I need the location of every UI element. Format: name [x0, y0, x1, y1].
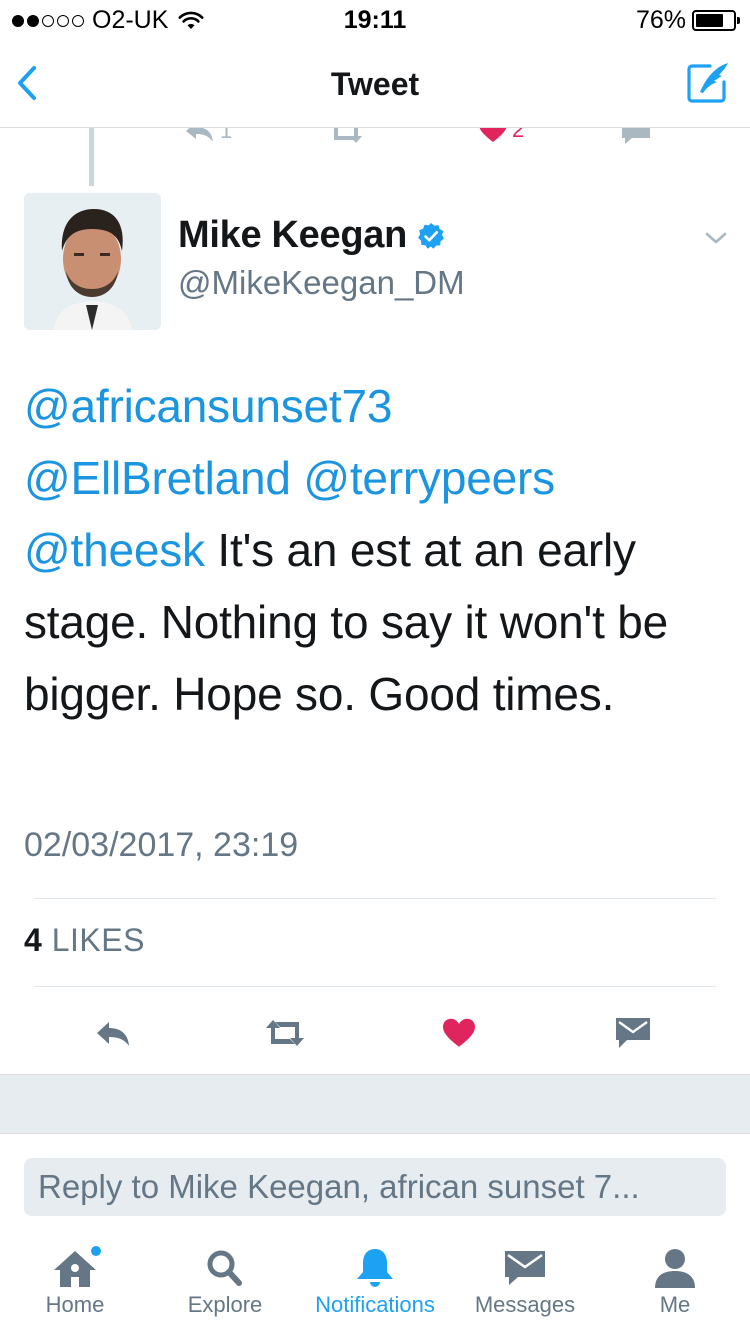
- battery-indicator: 76%: [635, 6, 740, 35]
- heart-icon: [479, 128, 507, 142]
- author-name-row: Mike Keegan: [178, 214, 445, 257]
- author-handle[interactable]: @MikeKeegan_DM: [178, 264, 465, 302]
- reply-icon: [97, 1022, 129, 1046]
- chevron-down-icon[interactable]: [704, 228, 728, 248]
- envelope-icon: [616, 1018, 650, 1048]
- tweet-timestamp: 02/03/2017, 23:19: [24, 826, 299, 864]
- verified-badge-icon: [418, 222, 444, 249]
- tab-label: Notifications: [315, 1292, 435, 1317]
- search-icon: [207, 1250, 242, 1286]
- navigation-bar: Tweet: [0, 40, 750, 128]
- tab-label: Explore: [187, 1292, 263, 1317]
- previous-reply-count: 1: [220, 128, 233, 143]
- bell-icon: [357, 1249, 393, 1287]
- tab-messages[interactable]: Messages: [450, 1246, 600, 1318]
- likes-count: 4: [24, 922, 43, 958]
- like-button[interactable]: [434, 1010, 484, 1056]
- tab-label: Home: [45, 1292, 105, 1317]
- tweet-action-bar: [0, 1000, 750, 1070]
- tab-home[interactable]: Home: [0, 1244, 150, 1318]
- mention-link[interactable]: @terrypeers: [303, 452, 555, 504]
- direct-message-button[interactable]: [608, 1010, 658, 1056]
- page-title: Tweet: [330, 66, 420, 102]
- reply-button[interactable]: [88, 1010, 138, 1056]
- mention-link[interactable]: @EllBretland: [24, 452, 291, 504]
- tab-bar: Home Explore Notifications Messages Me: [0, 1240, 750, 1334]
- tweet-text: @africansunset73 @EllBretland @terrypeer…: [24, 370, 724, 730]
- divider: [34, 986, 716, 987]
- mention-link[interactable]: @theesk: [24, 524, 205, 576]
- divider: [34, 898, 716, 899]
- status-bar: O2-UK 19:11 76%: [0, 0, 750, 40]
- envelope-icon: [622, 128, 650, 144]
- previous-reply-action[interactable]: 1: [182, 128, 232, 146]
- tab-me[interactable]: Me: [600, 1246, 750, 1318]
- tab-label: Messages: [474, 1292, 576, 1317]
- avatar[interactable]: [24, 193, 161, 330]
- retweet-button[interactable]: [260, 1010, 310, 1056]
- retweet-icon: [266, 1020, 304, 1046]
- profile-photo: [24, 193, 161, 330]
- likes-summary[interactable]: 4 LIKES: [24, 922, 145, 959]
- tab-explore[interactable]: Explore: [150, 1246, 300, 1318]
- tab-notifications[interactable]: Notifications: [300, 1246, 450, 1318]
- envelope-icon: [505, 1251, 545, 1285]
- author-name[interactable]: Mike Keegan: [178, 214, 407, 257]
- previous-retweet-action[interactable]: [326, 128, 366, 146]
- battery-icon: [692, 10, 740, 31]
- retweet-icon: [334, 128, 362, 143]
- previous-dm-action[interactable]: [620, 128, 652, 146]
- previous-tweet-actions: 1 2: [0, 128, 750, 150]
- battery-level: [696, 14, 724, 27]
- notification-dot: [89, 1244, 103, 1258]
- section-separator: [0, 1074, 750, 1134]
- previous-like-action[interactable]: 2: [478, 128, 524, 144]
- likes-label: LIKES: [51, 922, 145, 958]
- compose-icon[interactable]: [684, 60, 732, 106]
- battery-percent: 76%: [635, 6, 686, 34]
- heart-icon: [443, 1018, 475, 1047]
- mention-link[interactable]: @africansunset73: [24, 380, 392, 432]
- tab-label: Me: [659, 1292, 691, 1317]
- reply-input[interactable]: Reply to Mike Keegan, african sunset 7..…: [24, 1158, 726, 1216]
- person-icon: [655, 1249, 695, 1288]
- previous-like-count: 2: [512, 128, 525, 142]
- reply-icon: [186, 128, 213, 142]
